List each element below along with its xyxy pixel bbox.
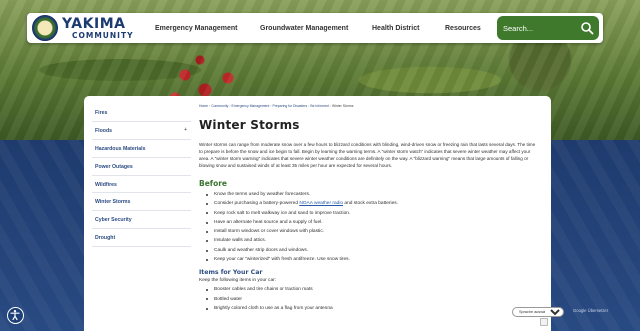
list-item-text: Keep your car "winterized" with fresh an… (214, 257, 350, 263)
logo-subtitle: COMMUNITY (72, 31, 134, 40)
search-input[interactable] (503, 20, 577, 36)
breadcrumb-community[interactable]: Community (211, 104, 228, 108)
list-item: Bottled water (199, 295, 544, 304)
google-translate-logo: Google Übersetzer (573, 308, 609, 313)
breadcrumb-be-informed[interactable]: Be Informed (310, 104, 328, 108)
content-card: Fires Floods + Hazardous Materials Power… (84, 96, 551, 331)
list-item: Consider purchasing a battery-powered NO… (199, 199, 544, 208)
article: Home›Community›Emergency Management›Prep… (199, 104, 544, 313)
site-header: YAKIMA COMMUNITY Emergency Management Gr… (27, 13, 603, 43)
sidebar-item-power-outages[interactable]: Power Outages (92, 158, 191, 176)
back-to-top-icon[interactable] (540, 318, 548, 326)
list-item-text: Consider purchasing a battery-powered (214, 201, 300, 207)
county-seal-icon (32, 15, 58, 41)
breadcrumb: Home›Community›Emergency Management›Prep… (199, 104, 544, 108)
list-item: Know the terms used by weather forecaste… (199, 190, 544, 199)
car-items-note: Keep the following items in your car: (199, 278, 277, 284)
list-item-text: Install storm windows or cover windows w… (214, 229, 325, 235)
car-items-list: Booster cables and tire chains or tracti… (199, 285, 544, 313)
list-item: Keep your car "winterized" with fresh an… (199, 255, 544, 264)
search-button[interactable] (579, 20, 595, 36)
intro-paragraph: Winter storms can range from moderate sn… (199, 142, 536, 168)
site-logo[interactable]: YAKIMA COMMUNITY (32, 15, 164, 41)
list-item: Caulk and weather strip doors and window… (199, 246, 544, 255)
list-item: Brightly colored cloth to use as a flag … (199, 304, 544, 313)
nav-health-district[interactable]: Health District (372, 13, 419, 43)
list-item: Insulate walls and attics. (199, 236, 544, 245)
list-item-text: Have an alternate heat source and a supp… (214, 219, 323, 225)
list-item-text: Keep rock salt to melt walkway ice and s… (214, 210, 351, 216)
search-icon (581, 22, 594, 35)
sidebar-item-label: Cyber Security (95, 217, 132, 224)
sidebar-nav: Fires Floods + Hazardous Materials Power… (92, 104, 191, 248)
list-item-text: Caulk and weather strip doors and window… (214, 247, 309, 253)
sidebar-item-winter-storms[interactable]: Winter Storms (92, 193, 191, 212)
logo-wordmark: YAKIMA (62, 16, 126, 32)
nav-resources[interactable]: Resources (445, 13, 481, 43)
language-select[interactable]: Sprache auswählen (512, 307, 564, 317)
noaa-weather-radio-link[interactable]: NOAA weather radio (299, 201, 343, 206)
accessibility-icon (10, 310, 20, 321)
breadcrumb-current: Winter Storms (331, 104, 354, 108)
nav-emergency-management[interactable]: Emergency Management (155, 13, 237, 43)
sidebar-item-fires[interactable]: Fires (92, 104, 191, 122)
list-item: Booster cables and tire chains or tracti… (199, 285, 544, 294)
sidebar-item-label: Wildfires (95, 181, 117, 188)
breadcrumb-preparing-for-disasters[interactable]: Preparing for Disasters (273, 104, 308, 108)
expand-icon[interactable]: + (184, 127, 187, 133)
sidebar-item-label: Fires (95, 110, 108, 116)
sidebar-item-floods[interactable]: Floods + (92, 122, 191, 140)
section-heading-car-items: Items for Your Car (199, 269, 263, 277)
breadcrumb-emergency-management[interactable]: Emergency Management (231, 104, 269, 108)
breadcrumb-separator: › (329, 104, 331, 108)
sidebar-item-label: Floods (95, 127, 113, 134)
sidebar-item-label: Hazardous Materials (95, 145, 146, 152)
list-item-text: Insulate walls and attics. (214, 238, 266, 244)
list-item: Have an alternate heat source and a supp… (199, 218, 544, 227)
sidebar-item-wildfires[interactable]: Wildfires (92, 176, 191, 194)
search-box (497, 16, 599, 40)
page-title: Winter Storms (199, 118, 300, 132)
sidebar-item-label: Drought (95, 235, 116, 242)
section-heading-before: Before (199, 179, 228, 188)
list-item: Install storm windows or cover windows w… (199, 227, 544, 236)
list-item-text: and stock extra batteries. (343, 201, 398, 207)
breadcrumb-home[interactable]: Home (199, 104, 208, 108)
sidebar-item-hazardous-materials[interactable]: Hazardous Materials (92, 140, 191, 158)
breadcrumb-separator: › (270, 104, 272, 108)
nav-groundwater-management[interactable]: Groundwater Management (260, 13, 348, 43)
list-item: Keep rock salt to melt walkway ice and s… (199, 209, 544, 218)
list-item-text: Know the terms used by weather forecaste… (214, 192, 311, 197)
sidebar-item-label: Power Outages (95, 163, 133, 170)
sidebar-item-cyber-security[interactable]: Cyber Security (92, 211, 191, 230)
before-list: Know the terms used by weather forecaste… (199, 190, 544, 264)
accessibility-button[interactable] (7, 307, 24, 324)
sidebar-item-drought[interactable]: Drought (92, 229, 191, 248)
sidebar-item-label: Winter Storms (95, 199, 131, 206)
